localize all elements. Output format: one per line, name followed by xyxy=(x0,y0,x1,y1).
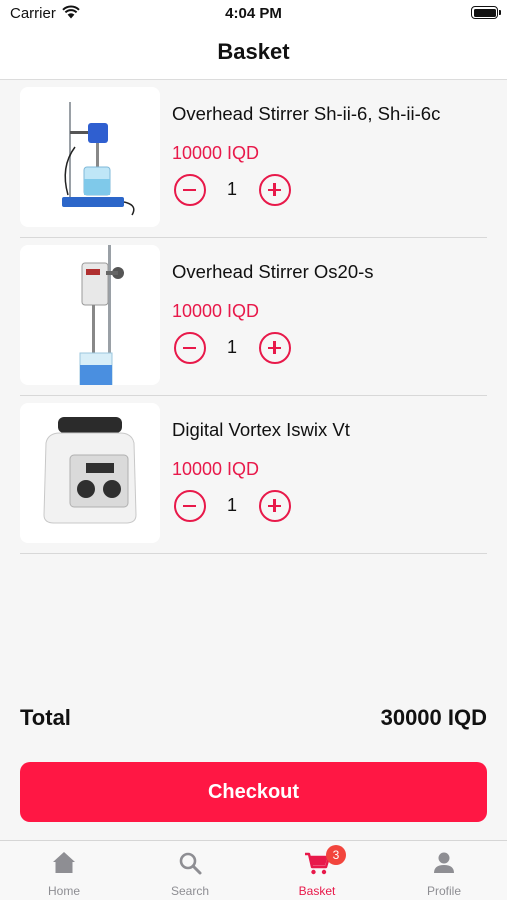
navigation-bar: Basket xyxy=(0,30,507,80)
home-icon xyxy=(53,852,75,873)
basket-item: Overhead Stirrer Os20-s 10000 IQD 1 xyxy=(20,238,487,396)
tab-profile-label: Profile xyxy=(426,884,461,898)
product-price: 10000 IQD xyxy=(172,459,260,479)
increase-quantity-button[interactable] xyxy=(259,332,291,364)
product-price: 10000 IQD xyxy=(172,143,260,163)
tab-basket-label: Basket xyxy=(298,884,336,898)
decrease-quantity-button[interactable] xyxy=(174,490,206,522)
quantity-value: 1 xyxy=(226,179,237,199)
total-value: 30000 IQD xyxy=(380,705,487,730)
tab-search[interactable]: Search xyxy=(127,841,253,900)
product-image[interactable] xyxy=(20,87,160,227)
digital-vortex-image xyxy=(43,417,137,524)
decrease-quantity-button[interactable] xyxy=(174,332,206,364)
person-icon xyxy=(434,852,454,873)
battery-icon xyxy=(471,6,501,19)
product-image[interactable] xyxy=(20,403,160,543)
overhead-stirrer-image xyxy=(79,245,124,385)
status-bar: Carrier 4:04 PM xyxy=(0,0,507,30)
increase-quantity-button[interactable] xyxy=(259,174,291,206)
search-icon xyxy=(179,852,202,875)
tab-search-label: Search xyxy=(170,884,210,898)
quantity-value: 1 xyxy=(226,495,237,515)
clock: 4:04 PM xyxy=(225,5,282,22)
product-price: 10000 IQD xyxy=(172,301,260,321)
basket-item: Overhead Stirrer Sh-ii-6, Sh-ii-6c 10000… xyxy=(20,80,487,238)
checkout-button[interactable]: Checkout xyxy=(20,762,487,822)
product-image[interactable] xyxy=(20,245,160,385)
page-title: Basket xyxy=(217,39,290,64)
tab-home[interactable]: Home xyxy=(1,841,127,900)
basket-item: Digital Vortex Iswix Vt 10000 IQD 1 xyxy=(20,396,487,554)
overhead-stirrer-image xyxy=(62,102,135,216)
product-name[interactable]: Overhead Stirrer Sh-ii-6, Sh-ii-6c xyxy=(172,103,440,125)
tab-home-label: Home xyxy=(47,884,80,898)
product-name[interactable]: Overhead Stirrer Os20-s xyxy=(172,261,374,283)
increase-quantity-button[interactable] xyxy=(259,490,291,522)
tab-basket[interactable]: 3 Basket xyxy=(254,841,380,900)
tab-profile[interactable]: Profile xyxy=(381,841,507,900)
cart-count-badge: 3 xyxy=(326,845,346,865)
tab-bar: Home Search 3 Basket Profile xyxy=(0,840,507,900)
decrease-quantity-button[interactable] xyxy=(174,174,206,206)
product-name[interactable]: Digital Vortex Iswix Vt xyxy=(172,419,350,441)
total-label: Total xyxy=(20,705,71,730)
quantity-value: 1 xyxy=(226,337,237,357)
